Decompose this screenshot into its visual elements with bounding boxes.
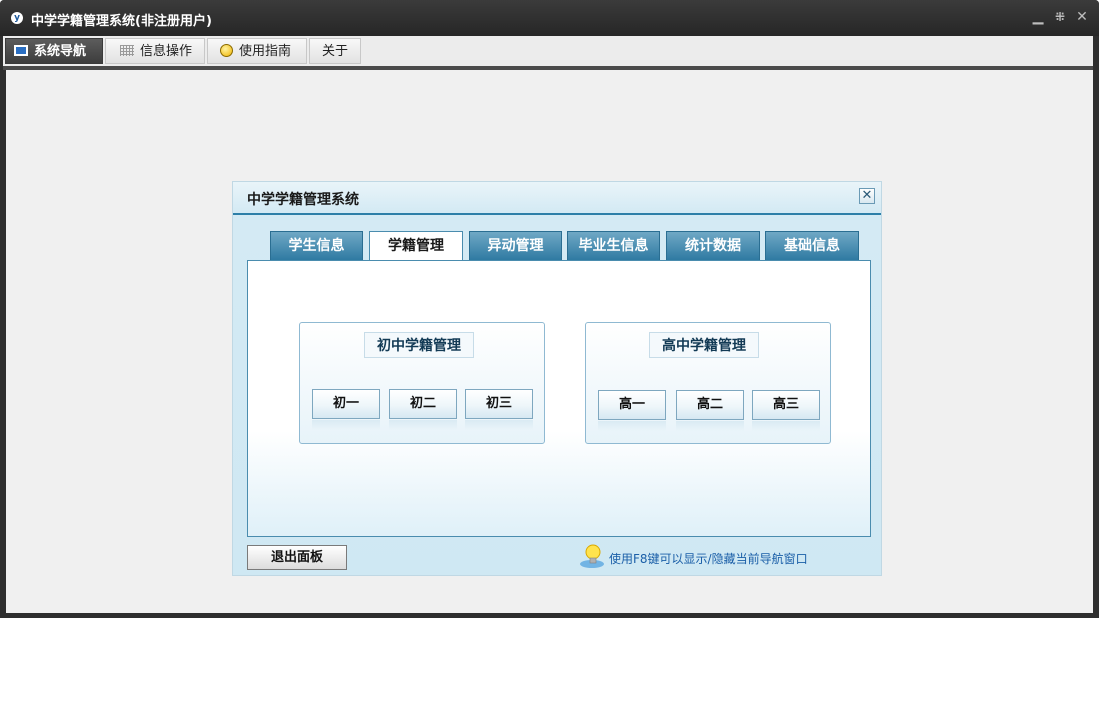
nav-dialog: 中学学籍管理系统 ✕ 学生信息 学籍管理 异动管理 毕业生信息 统计数据 基础信… xyxy=(232,181,882,576)
tab-label: 学籍管理 xyxy=(388,238,444,254)
tab-label: 毕业生信息 xyxy=(578,238,649,254)
menu-item-label: 使用指南 xyxy=(239,44,292,59)
grade-button-senior-1[interactable]: 高一 xyxy=(598,390,666,431)
dialog-title-divider xyxy=(233,213,881,215)
exit-panel-button[interactable]: 退出面板 xyxy=(247,545,347,570)
tab-label: 统计数据 xyxy=(685,238,741,254)
tab-transfer-management[interactable]: 异动管理 xyxy=(469,231,562,260)
app-window: y 中学学籍管理系统(非注册用户) ▁ ⁜ ✕ 系统导航 信息操作 使用指南 关… xyxy=(0,0,1099,618)
hint-text: 使用F8键可以显示/隐藏当前导航窗口 xyxy=(609,552,808,566)
lightbulb-icon xyxy=(580,544,604,568)
group-title: 初中学籍管理 xyxy=(364,332,474,358)
tab-basic-info[interactable]: 基础信息 xyxy=(765,231,859,260)
monitor-icon xyxy=(14,45,28,56)
minimize-icon[interactable]: ▁ xyxy=(1030,9,1046,25)
tab-enrollment-management[interactable]: 学籍管理 xyxy=(369,231,463,261)
group-senior-high: 高中学籍管理 高一 高二 高三 xyxy=(585,322,831,444)
menu-item-label: 关于 xyxy=(322,44,349,59)
menu-item-guide[interactable]: 使用指南 xyxy=(207,38,307,64)
grid-icon xyxy=(120,45,134,56)
menu-item-about[interactable]: 关于 xyxy=(309,38,361,64)
menu-item-info-ops[interactable]: 信息操作 xyxy=(105,38,205,64)
grade-button-junior-3[interactable]: 初三 xyxy=(465,389,533,430)
menu-bar: 系统导航 信息操作 使用指南 关于 xyxy=(3,36,1093,66)
group-title: 高中学籍管理 xyxy=(649,332,759,358)
window-title: 中学学籍管理系统(非注册用户) xyxy=(31,14,212,29)
close-icon[interactable]: ✕ xyxy=(859,188,875,204)
tab-label: 异动管理 xyxy=(487,238,544,254)
menu-item-system-nav[interactable]: 系统导航 xyxy=(5,38,103,64)
tab-statistics[interactable]: 统计数据 xyxy=(666,231,760,260)
title-bar[interactable]: y 中学学籍管理系统(非注册用户) ▁ ⁜ ✕ xyxy=(0,0,1099,36)
smiley-icon xyxy=(220,44,233,57)
close-icon[interactable]: ✕ xyxy=(1074,9,1090,25)
tab-label: 基础信息 xyxy=(784,238,840,254)
tab-student-info[interactable]: 学生信息 xyxy=(270,231,363,260)
tab-label: 学生信息 xyxy=(288,238,345,254)
grade-button-senior-2[interactable]: 高二 xyxy=(676,390,744,431)
grade-button-junior-2[interactable]: 初二 xyxy=(389,389,457,430)
group-junior-high: 初中学籍管理 初一 初二 初三 xyxy=(299,322,545,444)
restore-icon[interactable]: ⁜ xyxy=(1052,9,1068,25)
tab-panel-enrollment: 初中学籍管理 初一 初二 初三 高中学籍管理 高一 高二 高三 xyxy=(247,260,871,537)
menu-item-label: 系统导航 xyxy=(34,44,87,59)
grade-button-senior-3[interactable]: 高三 xyxy=(752,390,820,431)
menu-item-label: 信息操作 xyxy=(140,44,193,59)
y-logo-icon: y xyxy=(11,12,23,24)
tab-graduate-info[interactable]: 毕业生信息 xyxy=(567,231,660,260)
dialog-title: 中学学籍管理系统 xyxy=(247,192,359,208)
grade-button-junior-1[interactable]: 初一 xyxy=(312,389,380,430)
